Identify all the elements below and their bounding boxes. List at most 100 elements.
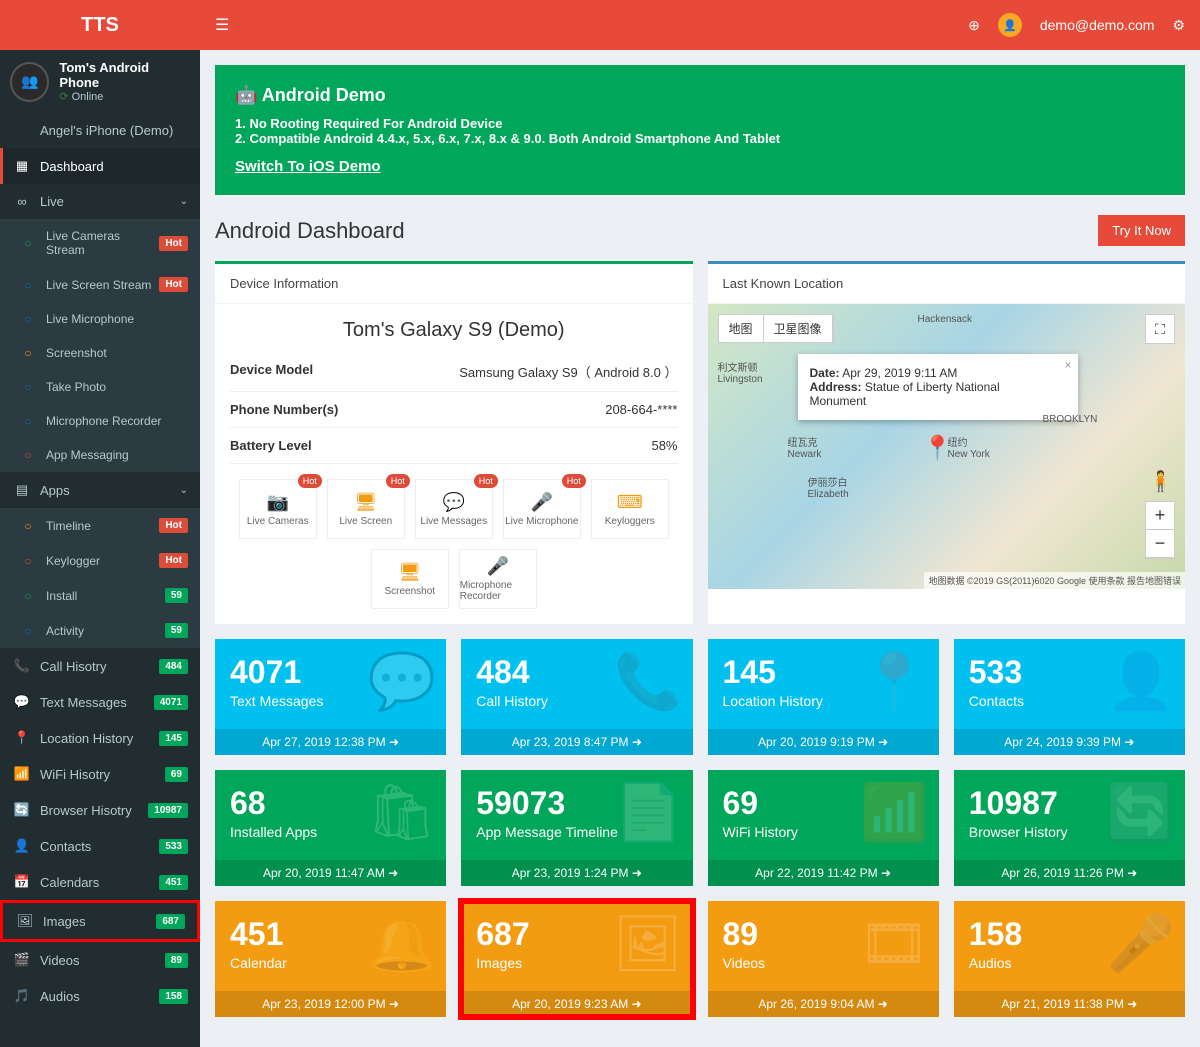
map-zoom-control: + −	[1145, 501, 1175, 559]
shortcut-tile[interactable]: ⌨Keyloggers	[591, 479, 669, 539]
main-content: Android Demo 1. No Rooting Required For …	[200, 50, 1200, 1047]
sidebar-item-label: WiFi Hisotry	[40, 767, 165, 782]
sidebar-demo-device[interactable]: Angel's iPhone (Demo)	[0, 113, 200, 148]
sidebar-item-label: Videos	[40, 953, 165, 968]
sidebar-item[interactable]: ○Microphone Recorder	[0, 404, 200, 438]
sidebar-toggle-icon[interactable]: ☰	[215, 15, 229, 35]
badge: 158	[159, 989, 188, 1004]
panel-header: Last Known Location	[708, 264, 1186, 304]
circle-icon: 📶	[12, 766, 32, 782]
circle-icon: ○	[18, 624, 38, 638]
circle-icon: ○	[18, 519, 38, 533]
sidebar-item[interactable]: 🎵Audios158	[0, 978, 200, 1014]
stat-tile[interactable]: 68Installed Apps🛍Apr 20, 2019 11:47 AM	[215, 770, 446, 886]
tile-icon: 📞	[614, 649, 682, 714]
stat-tile[interactable]: 451Calendar🔔Apr 23, 2019 12:00 PM	[215, 901, 446, 1017]
stat-tile[interactable]: 10987Browser History🔄Apr 26, 2019 11:26 …	[954, 770, 1185, 886]
sidebar-item[interactable]: 📍Location History145	[0, 720, 200, 756]
sidebar-dashboard[interactable]: ▦ Dashboard	[0, 148, 200, 184]
zoom-out-button[interactable]: −	[1146, 530, 1174, 558]
sidebar-item[interactable]: ○Live Microphone	[0, 302, 200, 336]
tile-icon: 🖼	[613, 911, 683, 976]
shortcut-tile[interactable]: Hot💬Live Messages	[415, 479, 493, 539]
close-icon[interactable]: ×	[1064, 358, 1071, 372]
map-viewport[interactable]: 地图卫星图像 ⛶ × Date: Apr 29, 2019 9:11 AM Ad…	[708, 304, 1186, 589]
sidebar-item[interactable]: ○ Live Cameras StreamHot	[0, 219, 200, 267]
sidebar-item[interactable]: ○TimelineHot	[0, 508, 200, 543]
circle-icon: ○	[18, 589, 38, 603]
stat-tile[interactable]: 687Images🖼Apr 20, 2019 9:23 AM	[461, 901, 692, 1017]
stat-tile[interactable]: 89Videos🎞Apr 26, 2019 9:04 AM	[708, 901, 939, 1017]
sidebar-item[interactable]: ○Take Photo	[0, 370, 200, 404]
stat-tile[interactable]: 145Location History📍Apr 20, 2019 9:19 PM	[708, 639, 939, 755]
stat-tile[interactable]: 484Call History📞Apr 23, 2019 8:47 PM	[461, 639, 692, 755]
shortcut-tile[interactable]: 🖥Screenshot	[371, 549, 449, 609]
device-info-row: Phone Number(s)208-664-****	[230, 392, 678, 428]
sidebar-item-label: App Messaging	[46, 448, 188, 462]
stat-tile[interactable]: 69WiFi History📶Apr 22, 2019 11:42 PM	[708, 770, 939, 886]
try-it-now-button[interactable]: Try It Now	[1098, 215, 1185, 246]
shortcut-tile[interactable]: Hot📷Live Cameras	[239, 479, 317, 539]
sidebar-item-label: Take Photo	[46, 380, 188, 394]
app-logo[interactable]: TTS	[0, 0, 200, 50]
circle-icon: ○	[18, 236, 38, 250]
android-demo-banner: Android Demo 1. No Rooting Required For …	[215, 65, 1185, 195]
sidebar-apps[interactable]: ▤ Apps ⌄	[0, 472, 200, 508]
circle-icon: 🖼	[15, 913, 35, 929]
apps-icon: ▤	[12, 482, 32, 498]
sidebar-item-label: Live Cameras Stream	[46, 229, 159, 257]
zoom-in-button[interactable]: +	[1146, 502, 1174, 530]
circle-icon: ○	[18, 346, 38, 360]
badge: 69	[165, 767, 188, 782]
sidebar-live[interactable]: ∞ Live ⌄	[0, 184, 200, 219]
stat-tile[interactable]: 4071Text Messages💬Apr 27, 2019 12:38 PM	[215, 639, 446, 755]
sidebar-item[interactable]: 📶 WiFi Hisotry69	[0, 756, 200, 792]
stat-tile[interactable]: 158Audios🎤Apr 21, 2019 11:38 PM	[954, 901, 1185, 1017]
sidebar-item[interactable]: ○KeyloggerHot	[0, 543, 200, 578]
settings-icon[interactable]: ⚙	[1172, 17, 1185, 34]
sidebar-item[interactable]: 💬Text Messages4071	[0, 684, 200, 720]
sidebar-item[interactable]: ○App Messaging	[0, 438, 200, 472]
map-type-control[interactable]: 地图卫星图像	[718, 314, 834, 343]
sidebar-item[interactable]: ○Activity59	[0, 613, 200, 648]
sidebar-item-label: Location History	[40, 731, 159, 746]
sidebar-item[interactable]: ○Screenshot	[0, 336, 200, 370]
fullscreen-icon[interactable]: ⛶	[1145, 314, 1175, 344]
circle-icon: 📍	[12, 730, 32, 746]
circle-icon: 🔄	[12, 802, 32, 818]
tile-icon: 👤	[1107, 649, 1175, 714]
sidebar-item[interactable]: 📅Calendars451	[0, 864, 200, 900]
stat-tile[interactable]: 59073App Message Timeline📄Apr 23, 2019 1…	[461, 770, 692, 886]
shortcut-tile[interactable]: 🎤Microphone Recorder	[459, 549, 537, 609]
circle-icon: ○	[18, 278, 38, 292]
map-info-window: × Date: Apr 29, 2019 9:11 AM Address: St…	[798, 354, 1078, 420]
sidebar-item[interactable]: 🖼Images687	[0, 900, 200, 942]
circle-icon: ○	[18, 414, 38, 428]
sidebar-item[interactable]: 🎬Videos89	[0, 942, 200, 978]
live-icon: ∞	[12, 194, 32, 209]
device-name: Tom's Android Phone	[59, 60, 190, 90]
sidebar: 👥 Tom's Android Phone Online Angel's iPh…	[0, 50, 200, 1047]
android-icon[interactable]: ⊕	[968, 17, 980, 34]
switch-to-ios-link[interactable]: Switch To iOS Demo	[235, 158, 381, 175]
stat-tile[interactable]: 533Contacts👤Apr 24, 2019 9:39 PM	[954, 639, 1185, 755]
sidebar-item[interactable]: ○Live Screen StreamHot	[0, 267, 200, 302]
sidebar-item-label: Images	[43, 914, 156, 929]
sidebar-item[interactable]: 🔄Browser Hisotry10987	[0, 792, 200, 828]
pegman-icon[interactable]: 🧍	[1148, 469, 1173, 494]
sidebar-item[interactable]: 📞Call Hisotry484	[0, 648, 200, 684]
sidebar-item[interactable]: 👤Contacts533	[0, 828, 200, 864]
shortcut-icon: 🎤	[487, 556, 509, 577]
hot-badge: Hot	[562, 474, 586, 488]
badge: Hot	[159, 518, 188, 533]
badge: 59	[165, 623, 188, 638]
badge: Hot	[159, 236, 188, 251]
circle-icon: ○	[18, 312, 38, 326]
shortcut-tile[interactable]: Hot🖥Live Screen	[327, 479, 405, 539]
shortcut-tile[interactable]: Hot🎤Live Microphone	[503, 479, 581, 539]
user-avatar-icon[interactable]: 👤	[998, 13, 1022, 37]
sidebar-item[interactable]: ○Install59	[0, 578, 200, 613]
user-email[interactable]: demo@demo.com	[1040, 17, 1155, 33]
sidebar-item-label: Keylogger	[46, 554, 159, 568]
circle-icon: ○	[18, 554, 38, 568]
